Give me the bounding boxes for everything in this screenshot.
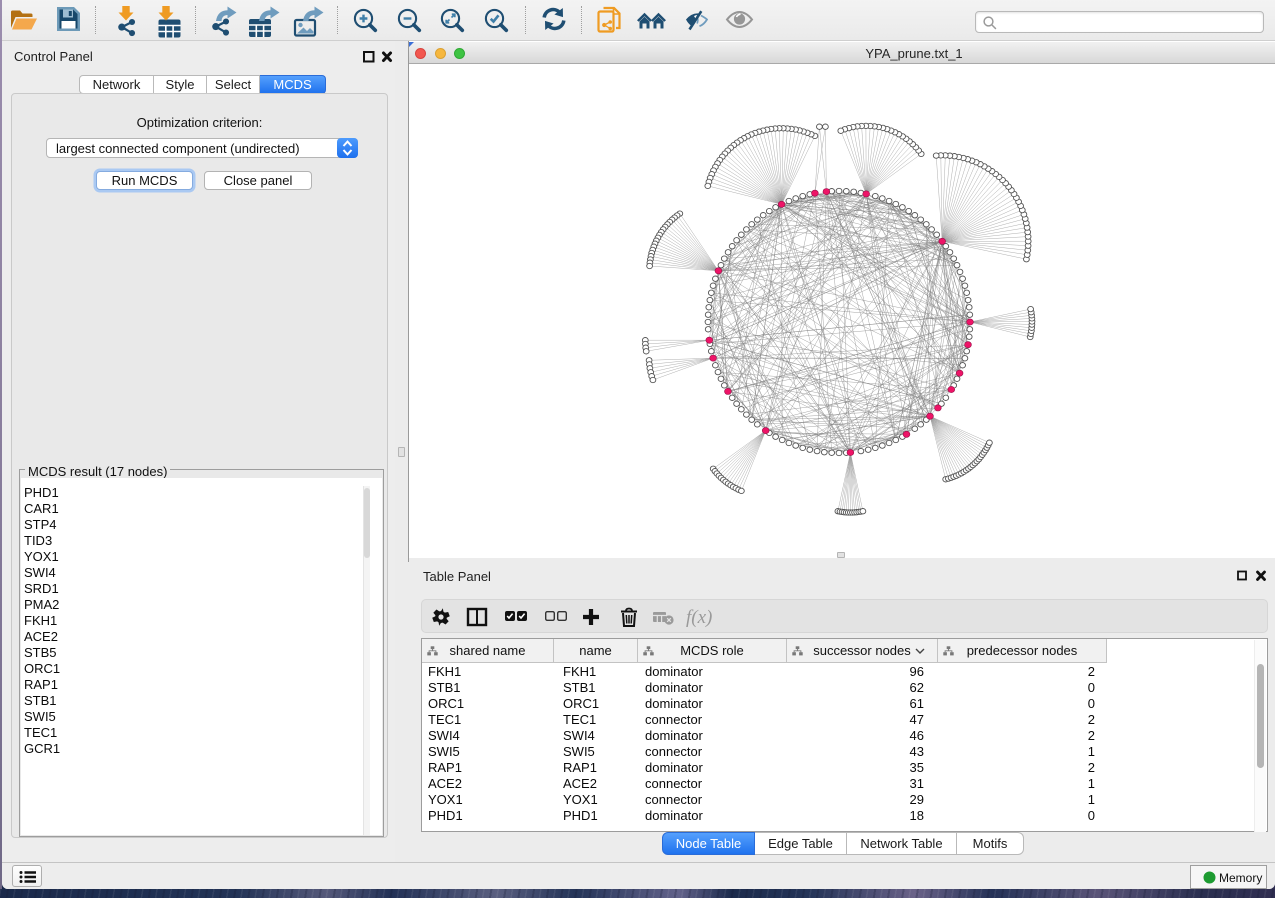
svg-text:f(x): f(x) bbox=[686, 607, 712, 628]
